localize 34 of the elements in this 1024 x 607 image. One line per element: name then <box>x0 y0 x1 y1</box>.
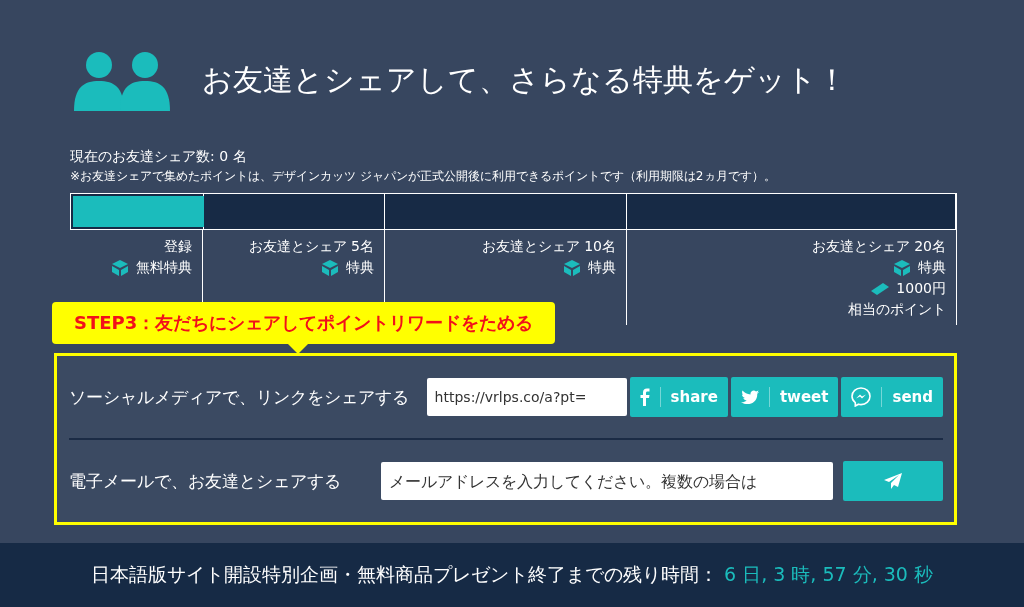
gift-box-icon <box>892 259 912 277</box>
tier-label: お友達とシェア 20名 <box>811 238 946 256</box>
twitter-share-button[interactable]: tweet <box>730 377 839 417</box>
email-field[interactable]: メールアドレスを入力してください。複数の場合は <box>381 462 833 500</box>
tier-label: 登録 <box>164 238 192 256</box>
gift-box-icon <box>562 259 582 277</box>
messenger-share-button[interactable]: send <box>841 377 943 417</box>
tier-points-note: 相当のポイント <box>848 301 946 319</box>
facebook-icon <box>639 388 650 406</box>
email-share-label: 電子メールで、お友達とシェアする <box>69 469 342 493</box>
gift-box-icon <box>110 259 130 277</box>
ticket-icon <box>870 282 891 296</box>
tier-label: お友達とシェア 5名 <box>248 238 374 256</box>
points-note: ※お友達シェアで集めたポイントは、デザインカッツ ジャパンが正式公開後に利用できるポイントです（利用期限は2ヵ月です）。 <box>70 168 777 185</box>
send-button[interactable] <box>843 461 943 501</box>
messenger-icon <box>851 387 872 407</box>
tier-label: お友達とシェア 10名 <box>481 238 616 256</box>
bird-icon <box>740 389 759 405</box>
share-link-field[interactable]: https://vrlps.co/a?pt= <box>426 378 627 416</box>
share-count: 現在のお友達シェア数: 0 名 <box>70 147 248 166</box>
countdown-time: 6 日, 3 時, 57 分, 30 秒 <box>724 562 933 587</box>
tier-reward: 特典 <box>588 259 616 277</box>
tier-reward: 無料特典 <box>136 259 192 277</box>
page-title: お友達とシェアして、さらなる特典をゲット！ <box>202 60 847 99</box>
paper-plane-icon <box>884 473 902 489</box>
facebook-share-button[interactable]: share <box>629 377 728 417</box>
tier-points: 1000円 <box>896 280 946 298</box>
people-icon <box>74 49 170 111</box>
social-share-label: ソーシャルメディアで、リンクをシェアする <box>69 385 410 409</box>
tier-reward: 特典 <box>346 259 374 277</box>
step-callout: STEP3：友だちにシェアしてポイントリワードをためる <box>52 302 556 344</box>
countdown-label: 日本語版サイト開設特別企画・無料商品プレゼント終了までの残り時間： <box>91 562 719 587</box>
tier-reward: 特典 <box>918 259 946 277</box>
gift-box-icon <box>320 259 340 277</box>
